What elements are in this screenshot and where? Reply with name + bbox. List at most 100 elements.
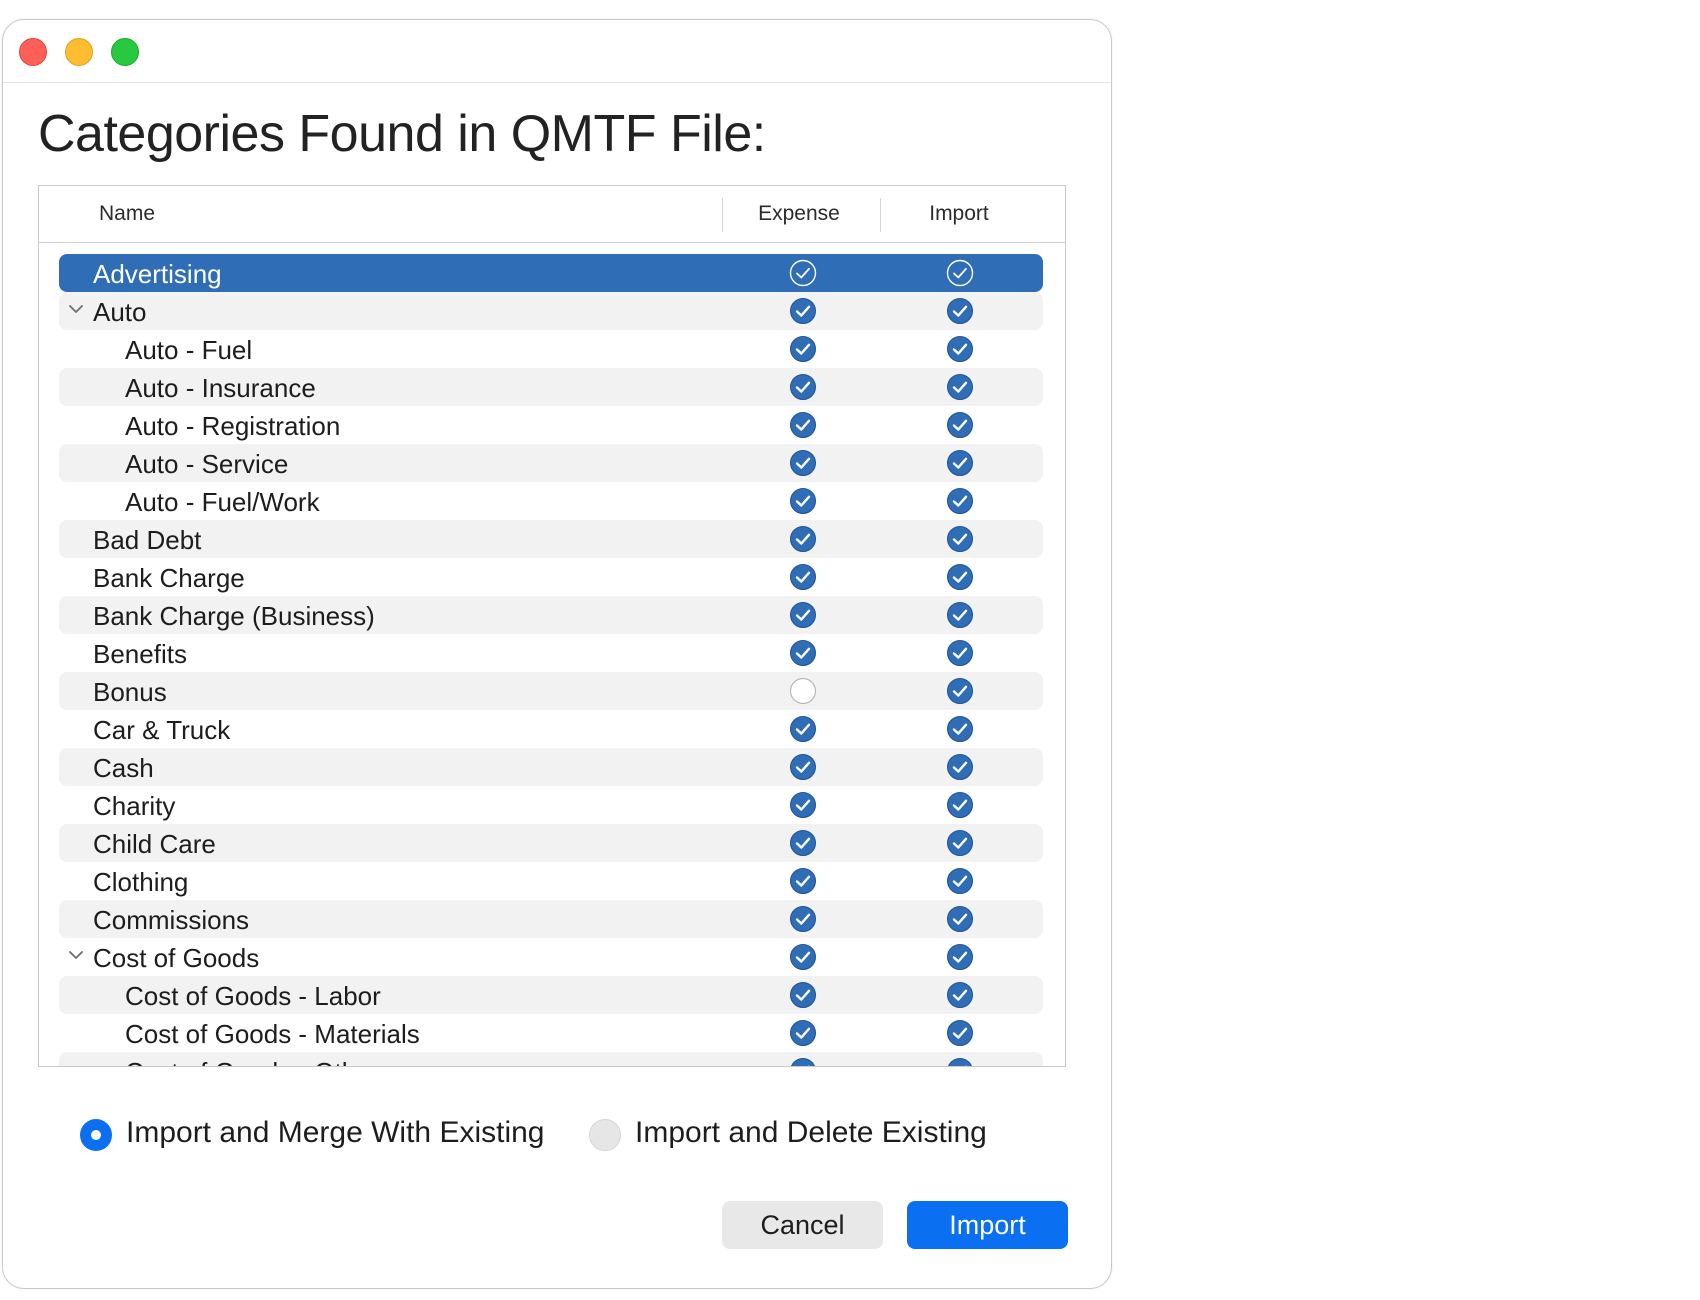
checked-circle-icon[interactable] xyxy=(946,411,974,439)
checked-circle-icon[interactable] xyxy=(946,791,974,819)
table-row[interactable]: Bad Debt xyxy=(59,520,1043,558)
checked-circle-icon[interactable] xyxy=(789,335,817,363)
checked-circle-icon[interactable] xyxy=(789,867,817,895)
checked-circle-icon[interactable] xyxy=(789,563,817,591)
table-row[interactable]: Commissions xyxy=(59,900,1043,938)
table-row[interactable]: Auto - Fuel/Work xyxy=(59,482,1043,520)
table-row[interactable]: Auto - Insurance xyxy=(59,368,1043,406)
table-row[interactable]: Bank Charge xyxy=(59,558,1043,596)
table-row[interactable]: Cost of Goods - Other xyxy=(59,1052,1043,1067)
column-header-name[interactable]: Name xyxy=(99,202,155,226)
category-name: Bad Debt xyxy=(93,525,202,555)
category-name: Auto - Fuel xyxy=(125,335,253,365)
checked-circle-icon[interactable] xyxy=(946,449,974,477)
table-row[interactable]: Auto - Service xyxy=(59,444,1043,482)
checked-circle-icon[interactable] xyxy=(946,373,974,401)
checked-circle-icon[interactable] xyxy=(789,411,817,439)
checked-circle-icon[interactable] xyxy=(789,525,817,553)
close-window-button[interactable] xyxy=(19,38,47,66)
category-name: Cost of Goods - Labor xyxy=(125,981,381,1011)
checked-circle-icon[interactable] xyxy=(946,715,974,743)
column-header-import[interactable]: Import xyxy=(881,202,1037,226)
checked-circle-icon[interactable] xyxy=(946,1019,974,1047)
table-row[interactable]: Charity xyxy=(59,786,1043,824)
chevron-down-icon[interactable] xyxy=(67,946,85,964)
checked-circle-icon[interactable] xyxy=(946,677,974,705)
dialog-heading: Categories Found in QMTF File: xyxy=(38,105,766,163)
merge-option-label[interactable]: Import and Merge With Existing xyxy=(126,1116,545,1150)
checked-circle-icon[interactable] xyxy=(946,601,974,629)
categories-table[interactable]: Name Expense Import Advertising Auto Auto … xyxy=(38,185,1066,1067)
unchecked-circle-icon[interactable] xyxy=(789,677,817,705)
checked-circle-icon[interactable] xyxy=(946,943,974,971)
category-name: Bonus xyxy=(93,677,167,707)
category-name: Cost of Goods - Other xyxy=(125,1057,379,1066)
checked-circle-icon[interactable] xyxy=(946,1057,974,1067)
category-name: Advertising xyxy=(93,259,222,289)
delete-option-label[interactable]: Import and Delete Existing xyxy=(635,1116,987,1150)
category-name: Child Care xyxy=(93,829,216,859)
checked-circle-icon[interactable] xyxy=(946,335,974,363)
title-bar xyxy=(3,20,1111,83)
checked-circle-icon[interactable] xyxy=(946,905,974,933)
checked-circle-icon[interactable] xyxy=(789,943,817,971)
checked-circle-icon[interactable] xyxy=(789,715,817,743)
checked-circle-icon[interactable] xyxy=(789,601,817,629)
category-name: Auto - Registration xyxy=(125,411,341,441)
checked-circle-icon[interactable] xyxy=(789,449,817,477)
table-row[interactable]: Bank Charge (Business) xyxy=(59,596,1043,634)
checked-circle-icon[interactable] xyxy=(789,639,817,667)
category-name: Auto xyxy=(93,297,147,327)
table-row[interactable]: Auto xyxy=(59,292,1043,330)
table-row[interactable]: Benefits xyxy=(59,634,1043,672)
table-row[interactable]: Cost of Goods - Labor xyxy=(59,976,1043,1014)
category-name: Bank Charge xyxy=(93,563,245,593)
table-row[interactable]: Cost of Goods xyxy=(59,938,1043,976)
category-name: Bank Charge (Business) xyxy=(93,601,375,631)
checked-circle-icon[interactable] xyxy=(946,981,974,1009)
checked-circle-icon[interactable] xyxy=(789,753,817,781)
table-row[interactable]: Advertising xyxy=(59,254,1043,292)
merge-radio-button[interactable] xyxy=(80,1119,112,1151)
table-row[interactable]: Child Care xyxy=(59,824,1043,862)
checked-circle-icon[interactable] xyxy=(789,791,817,819)
checked-circle-icon[interactable] xyxy=(789,487,817,515)
table-row[interactable]: Cash xyxy=(59,748,1043,786)
category-name: Commissions xyxy=(93,905,250,935)
cancel-button[interactable]: Cancel xyxy=(722,1201,883,1249)
category-name: Cost of Goods xyxy=(93,943,260,973)
category-name: Benefits xyxy=(93,639,187,669)
checked-circle-icon[interactable] xyxy=(946,487,974,515)
checked-circle-icon[interactable] xyxy=(946,639,974,667)
checked-circle-icon[interactable] xyxy=(946,829,974,857)
checked-circle-icon[interactable] xyxy=(789,259,817,287)
table-row[interactable]: Clothing xyxy=(59,862,1043,900)
delete-radio-button[interactable] xyxy=(589,1119,621,1151)
checked-circle-icon[interactable] xyxy=(946,753,974,781)
checked-circle-icon[interactable] xyxy=(789,297,817,325)
zoom-window-button[interactable] xyxy=(111,38,139,66)
checked-circle-icon[interactable] xyxy=(946,259,974,287)
table-row[interactable]: Auto - Registration xyxy=(59,406,1043,444)
checked-circle-icon[interactable] xyxy=(789,829,817,857)
checked-circle-icon[interactable] xyxy=(789,905,817,933)
table-row[interactable]: Bonus xyxy=(59,672,1043,710)
checked-circle-icon[interactable] xyxy=(789,981,817,1009)
checked-circle-icon[interactable] xyxy=(946,867,974,895)
import-button[interactable]: Import xyxy=(907,1201,1068,1249)
category-name: Charity xyxy=(93,791,176,821)
table-row[interactable]: Car & Truck xyxy=(59,710,1043,748)
checked-circle-icon[interactable] xyxy=(789,373,817,401)
checked-circle-icon[interactable] xyxy=(946,563,974,591)
checked-circle-icon[interactable] xyxy=(789,1057,817,1067)
checked-circle-icon[interactable] xyxy=(789,1019,817,1047)
checked-circle-icon[interactable] xyxy=(946,297,974,325)
minimize-window-button[interactable] xyxy=(65,38,93,66)
column-header-expense[interactable]: Expense xyxy=(721,202,877,226)
category-name: Clothing xyxy=(93,867,189,897)
category-name: Auto - Insurance xyxy=(125,373,316,403)
checked-circle-icon[interactable] xyxy=(946,525,974,553)
chevron-down-icon[interactable] xyxy=(67,300,85,318)
table-row[interactable]: Auto - Fuel xyxy=(59,330,1043,368)
table-row[interactable]: Cost of Goods - Materials xyxy=(59,1014,1043,1052)
